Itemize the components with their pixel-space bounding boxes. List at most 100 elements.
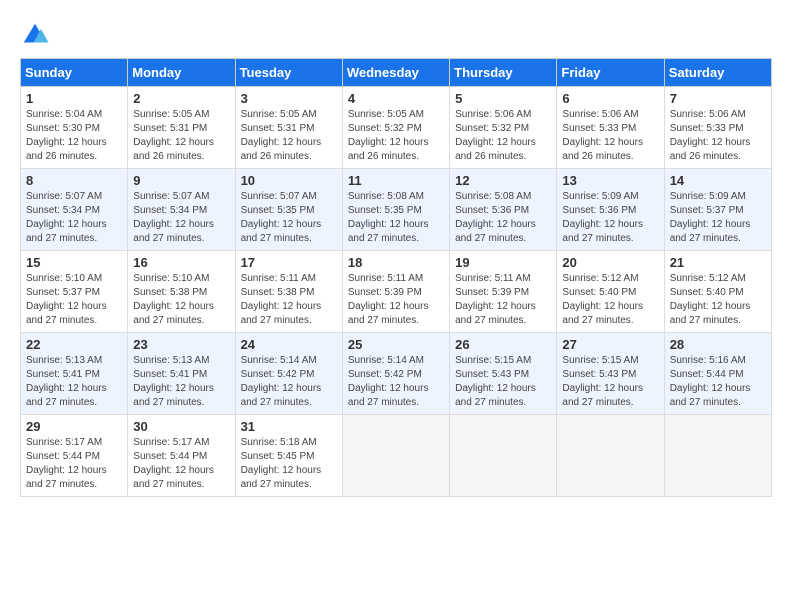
day-number: 14 <box>670 173 766 188</box>
calendar-day-cell: 31 Sunrise: 5:18 AMSunset: 5:45 PMDaylig… <box>235 415 342 497</box>
empty-cell <box>342 415 449 497</box>
day-number: 5 <box>455 91 551 106</box>
day-info: Sunrise: 5:08 AMSunset: 5:35 PMDaylight:… <box>348 191 429 244</box>
calendar-day-cell: 4 Sunrise: 5:05 AMSunset: 5:32 PMDayligh… <box>342 87 449 169</box>
day-number: 28 <box>670 337 766 352</box>
logo <box>20 20 54 50</box>
weekday-header-wednesday: Wednesday <box>342 59 449 87</box>
calendar-day-cell: 13 Sunrise: 5:09 AMSunset: 5:36 PMDaylig… <box>557 169 664 251</box>
day-info: Sunrise: 5:09 AMSunset: 5:36 PMDaylight:… <box>562 191 643 244</box>
day-info: Sunrise: 5:11 AMSunset: 5:39 PMDaylight:… <box>455 273 536 326</box>
day-number: 11 <box>348 173 444 188</box>
day-number: 4 <box>348 91 444 106</box>
calendar-day-cell: 16 Sunrise: 5:10 AMSunset: 5:38 PMDaylig… <box>128 251 235 333</box>
day-number: 23 <box>133 337 229 352</box>
day-info: Sunrise: 5:11 AMSunset: 5:38 PMDaylight:… <box>241 273 322 326</box>
calendar-day-cell: 6 Sunrise: 5:06 AMSunset: 5:33 PMDayligh… <box>557 87 664 169</box>
day-info: Sunrise: 5:13 AMSunset: 5:41 PMDaylight:… <box>133 355 214 408</box>
calendar-day-cell: 22 Sunrise: 5:13 AMSunset: 5:41 PMDaylig… <box>21 333 128 415</box>
day-number: 17 <box>241 255 337 270</box>
day-info: Sunrise: 5:14 AMSunset: 5:42 PMDaylight:… <box>241 355 322 408</box>
calendar-day-cell: 25 Sunrise: 5:14 AMSunset: 5:42 PMDaylig… <box>342 333 449 415</box>
day-number: 7 <box>670 91 766 106</box>
day-number: 26 <box>455 337 551 352</box>
day-number: 10 <box>241 173 337 188</box>
day-number: 22 <box>26 337 122 352</box>
calendar-day-cell: 28 Sunrise: 5:16 AMSunset: 5:44 PMDaylig… <box>664 333 771 415</box>
day-info: Sunrise: 5:13 AMSunset: 5:41 PMDaylight:… <box>26 355 107 408</box>
calendar-day-cell: 18 Sunrise: 5:11 AMSunset: 5:39 PMDaylig… <box>342 251 449 333</box>
calendar-day-cell: 21 Sunrise: 5:12 AMSunset: 5:40 PMDaylig… <box>664 251 771 333</box>
calendar-week-row: 8 Sunrise: 5:07 AMSunset: 5:34 PMDayligh… <box>21 169 772 251</box>
day-number: 27 <box>562 337 658 352</box>
calendar-day-cell: 23 Sunrise: 5:13 AMSunset: 5:41 PMDaylig… <box>128 333 235 415</box>
day-number: 19 <box>455 255 551 270</box>
day-number: 9 <box>133 173 229 188</box>
day-info: Sunrise: 5:06 AMSunset: 5:32 PMDaylight:… <box>455 109 536 162</box>
weekday-header-friday: Friday <box>557 59 664 87</box>
day-number: 21 <box>670 255 766 270</box>
day-info: Sunrise: 5:09 AMSunset: 5:37 PMDaylight:… <box>670 191 751 244</box>
weekday-header-saturday: Saturday <box>664 59 771 87</box>
weekday-header-monday: Monday <box>128 59 235 87</box>
day-number: 20 <box>562 255 658 270</box>
empty-cell <box>450 415 557 497</box>
calendar-day-cell: 24 Sunrise: 5:14 AMSunset: 5:42 PMDaylig… <box>235 333 342 415</box>
day-info: Sunrise: 5:18 AMSunset: 5:45 PMDaylight:… <box>241 437 322 490</box>
day-number: 31 <box>241 419 337 434</box>
calendar-day-cell: 7 Sunrise: 5:06 AMSunset: 5:33 PMDayligh… <box>664 87 771 169</box>
day-info: Sunrise: 5:07 AMSunset: 5:35 PMDaylight:… <box>241 191 322 244</box>
calendar-week-row: 15 Sunrise: 5:10 AMSunset: 5:37 PMDaylig… <box>21 251 772 333</box>
page-header <box>20 20 772 50</box>
calendar-day-cell: 19 Sunrise: 5:11 AMSunset: 5:39 PMDaylig… <box>450 251 557 333</box>
calendar-week-row: 22 Sunrise: 5:13 AMSunset: 5:41 PMDaylig… <box>21 333 772 415</box>
calendar-day-cell: 14 Sunrise: 5:09 AMSunset: 5:37 PMDaylig… <box>664 169 771 251</box>
day-info: Sunrise: 5:16 AMSunset: 5:44 PMDaylight:… <box>670 355 751 408</box>
day-number: 6 <box>562 91 658 106</box>
calendar-week-row: 1 Sunrise: 5:04 AMSunset: 5:30 PMDayligh… <box>21 87 772 169</box>
calendar-day-cell: 11 Sunrise: 5:08 AMSunset: 5:35 PMDaylig… <box>342 169 449 251</box>
day-number: 3 <box>241 91 337 106</box>
calendar-day-cell: 5 Sunrise: 5:06 AMSunset: 5:32 PMDayligh… <box>450 87 557 169</box>
day-info: Sunrise: 5:17 AMSunset: 5:44 PMDaylight:… <box>26 437 107 490</box>
empty-cell <box>664 415 771 497</box>
day-info: Sunrise: 5:06 AMSunset: 5:33 PMDaylight:… <box>562 109 643 162</box>
day-info: Sunrise: 5:15 AMSunset: 5:43 PMDaylight:… <box>455 355 536 408</box>
day-info: Sunrise: 5:07 AMSunset: 5:34 PMDaylight:… <box>133 191 214 244</box>
weekday-header-tuesday: Tuesday <box>235 59 342 87</box>
day-info: Sunrise: 5:04 AMSunset: 5:30 PMDaylight:… <box>26 109 107 162</box>
calendar-day-cell: 1 Sunrise: 5:04 AMSunset: 5:30 PMDayligh… <box>21 87 128 169</box>
day-info: Sunrise: 5:05 AMSunset: 5:31 PMDaylight:… <box>241 109 322 162</box>
calendar-day-cell: 29 Sunrise: 5:17 AMSunset: 5:44 PMDaylig… <box>21 415 128 497</box>
weekday-header-row: SundayMondayTuesdayWednesdayThursdayFrid… <box>21 59 772 87</box>
day-number: 12 <box>455 173 551 188</box>
day-info: Sunrise: 5:08 AMSunset: 5:36 PMDaylight:… <box>455 191 536 244</box>
calendar-week-row: 29 Sunrise: 5:17 AMSunset: 5:44 PMDaylig… <box>21 415 772 497</box>
day-info: Sunrise: 5:11 AMSunset: 5:39 PMDaylight:… <box>348 273 429 326</box>
day-number: 2 <box>133 91 229 106</box>
day-info: Sunrise: 5:07 AMSunset: 5:34 PMDaylight:… <box>26 191 107 244</box>
day-number: 13 <box>562 173 658 188</box>
calendar-day-cell: 8 Sunrise: 5:07 AMSunset: 5:34 PMDayligh… <box>21 169 128 251</box>
day-info: Sunrise: 5:12 AMSunset: 5:40 PMDaylight:… <box>562 273 643 326</box>
logo-icon <box>20 20 50 50</box>
day-number: 1 <box>26 91 122 106</box>
calendar-day-cell: 12 Sunrise: 5:08 AMSunset: 5:36 PMDaylig… <box>450 169 557 251</box>
day-info: Sunrise: 5:10 AMSunset: 5:38 PMDaylight:… <box>133 273 214 326</box>
day-info: Sunrise: 5:05 AMSunset: 5:31 PMDaylight:… <box>133 109 214 162</box>
day-info: Sunrise: 5:05 AMSunset: 5:32 PMDaylight:… <box>348 109 429 162</box>
calendar-day-cell: 27 Sunrise: 5:15 AMSunset: 5:43 PMDaylig… <box>557 333 664 415</box>
calendar-day-cell: 26 Sunrise: 5:15 AMSunset: 5:43 PMDaylig… <box>450 333 557 415</box>
calendar-day-cell: 3 Sunrise: 5:05 AMSunset: 5:31 PMDayligh… <box>235 87 342 169</box>
day-info: Sunrise: 5:14 AMSunset: 5:42 PMDaylight:… <box>348 355 429 408</box>
calendar-day-cell: 9 Sunrise: 5:07 AMSunset: 5:34 PMDayligh… <box>128 169 235 251</box>
calendar-day-cell: 15 Sunrise: 5:10 AMSunset: 5:37 PMDaylig… <box>21 251 128 333</box>
day-info: Sunrise: 5:10 AMSunset: 5:37 PMDaylight:… <box>26 273 107 326</box>
calendar-day-cell: 20 Sunrise: 5:12 AMSunset: 5:40 PMDaylig… <box>557 251 664 333</box>
day-number: 24 <box>241 337 337 352</box>
calendar-day-cell: 2 Sunrise: 5:05 AMSunset: 5:31 PMDayligh… <box>128 87 235 169</box>
day-number: 30 <box>133 419 229 434</box>
day-info: Sunrise: 5:12 AMSunset: 5:40 PMDaylight:… <box>670 273 751 326</box>
calendar-day-cell: 30 Sunrise: 5:17 AMSunset: 5:44 PMDaylig… <box>128 415 235 497</box>
weekday-header-sunday: Sunday <box>21 59 128 87</box>
